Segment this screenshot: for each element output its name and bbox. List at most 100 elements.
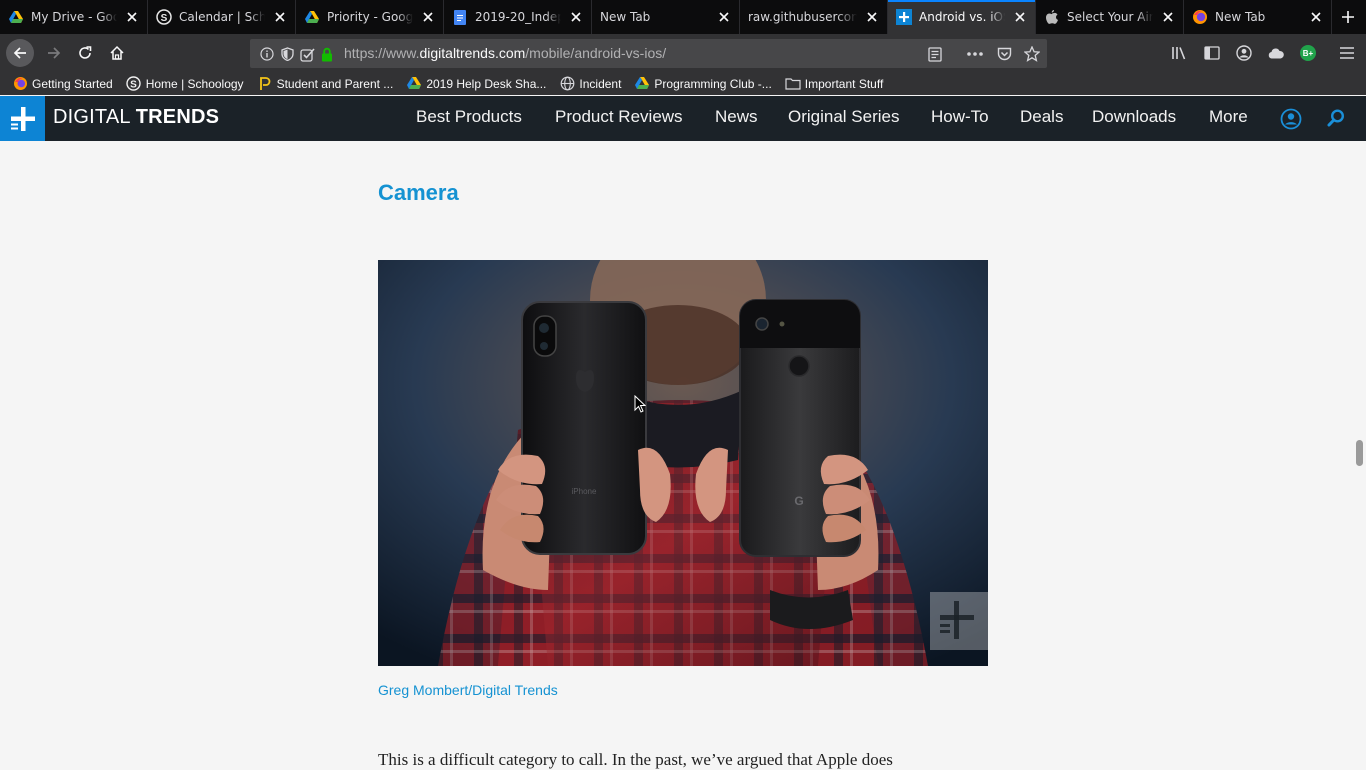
phone-label-google: G <box>794 494 803 508</box>
back-button[interactable] <box>6 39 34 67</box>
tab-title: Calendar | Schoology <box>179 10 265 24</box>
lock-icon[interactable] <box>318 45 336 63</box>
tab-title: Android vs. iOS: Which <box>919 10 1005 24</box>
bookmark-help-desk[interactable]: 2019 Help Desk Sha... <box>406 76 546 92</box>
tab-my-drive[interactable]: My Drive - Google Drive <box>0 0 148 34</box>
permissions-icon[interactable] <box>298 45 316 63</box>
tab-airpods[interactable]: Select Your AirPods <box>1036 0 1184 34</box>
bookmark-star-icon[interactable] <box>1023 45 1041 63</box>
section-heading: Camera <box>378 180 459 205</box>
nav-downloads[interactable]: Downloads <box>1092 107 1176 127</box>
bookmark-label: Incident <box>579 76 622 91</box>
close-icon[interactable] <box>1307 8 1325 26</box>
phone-label-iphone: iPhone <box>572 487 597 496</box>
sidebar-button[interactable] <box>1198 39 1226 67</box>
account-icon <box>1236 45 1252 61</box>
tab-title: 2019-20_Independent <box>475 10 561 24</box>
folder-icon <box>785 76 801 92</box>
svg-text:S: S <box>161 13 168 24</box>
nav-more[interactable]: More <box>1209 107 1248 127</box>
bookmark-label: Important Stuff <box>804 76 884 91</box>
extension-badge: B+ <box>1300 45 1316 61</box>
photo-credit-link[interactable]: Greg Mombert/Digital Trends <box>378 682 558 698</box>
bookmark-label: 2019 Help Desk Sha... <box>426 76 547 91</box>
forward-button[interactable] <box>40 39 68 67</box>
nav-how-to[interactable]: How-To <box>931 107 989 127</box>
reader-view-icon[interactable] <box>926 45 944 63</box>
info-icon[interactable] <box>258 45 276 63</box>
article-photo[interactable]: iPhone G <box>378 260 988 666</box>
close-icon[interactable] <box>1011 8 1029 26</box>
tab-strip: My Drive - Google Drive S Calendar | Sch… <box>0 0 1366 34</box>
globe-icon <box>559 76 575 92</box>
reload-button[interactable] <box>71 39 99 67</box>
bookmark-label: Student and Parent ... <box>276 76 394 91</box>
tab-title: New Tab <box>1215 10 1266 24</box>
arrow-right-icon <box>48 47 61 59</box>
tab-priority-drive[interactable]: Priority - Google Drive <box>296 0 444 34</box>
close-icon[interactable] <box>123 8 141 26</box>
navigation-toolbar: https://www.digitaltrends.com/mobile/and… <box>0 34 1366 72</box>
hamburger-menu-icon <box>1340 47 1354 59</box>
nav-news[interactable]: News <box>715 107 758 127</box>
tab-title: New Tab <box>600 10 651 24</box>
bookmark-label: Getting Started <box>32 76 113 91</box>
menu-button[interactable] <box>1333 39 1361 67</box>
google-drive-icon <box>634 76 650 92</box>
tab-title: My Drive - Google Drive <box>31 10 117 24</box>
tab-github-raw[interactable]: raw.githubusercontent <box>740 0 888 34</box>
tab-new-tab[interactable]: New Tab <box>592 0 740 34</box>
mouse-cursor-icon <box>634 394 647 417</box>
apple-icon <box>1044 9 1060 25</box>
article-paragraph: This is a difficult category to call. In… <box>378 750 893 769</box>
account-button[interactable] <box>1230 39 1258 67</box>
user-icon[interactable] <box>1280 108 1302 134</box>
bookmark-student-parent[interactable]: Student and Parent ... <box>257 76 394 92</box>
bookmark-incident[interactable]: Incident <box>559 76 621 92</box>
library-icon <box>1172 47 1186 60</box>
bookmark-programming-club[interactable]: Programming Club -... <box>634 76 772 92</box>
home-button[interactable] <box>103 39 131 67</box>
schoology-icon: S <box>156 9 172 25</box>
nav-original-series[interactable]: Original Series <box>788 107 900 127</box>
reload-icon <box>79 46 92 59</box>
google-drive-icon <box>406 76 422 92</box>
digital-trends-icon <box>896 9 912 25</box>
url-bar[interactable]: https://www.digitaltrends.com/mobile/and… <box>250 39 1047 68</box>
tab-calendar-schoology[interactable]: S Calendar | Schoology <box>148 0 296 34</box>
extension-cloud-button[interactable] <box>1262 39 1290 67</box>
scrollbar-thumb[interactable] <box>1356 440 1363 466</box>
close-icon[interactable] <box>419 8 437 26</box>
url-text[interactable]: https://www.digitaltrends.com/mobile/and… <box>344 45 666 61</box>
google-drive-icon <box>8 9 24 25</box>
tab-title: Priority - Google Drive <box>327 10 413 24</box>
firefox-icon <box>1192 9 1208 25</box>
digital-trends-logo-icon[interactable] <box>0 96 45 141</box>
tab-title: Select Your AirPods <box>1067 10 1153 24</box>
google-docs-icon <box>452 9 468 25</box>
close-icon[interactable] <box>271 8 289 26</box>
library-button[interactable] <box>1166 39 1194 67</box>
tracking-shield-icon[interactable] <box>278 45 296 63</box>
nav-deals[interactable]: Deals <box>1020 107 1063 127</box>
nav-product-reviews[interactable]: Product Reviews <box>555 107 683 127</box>
close-icon[interactable] <box>1159 8 1177 26</box>
nav-best-products[interactable]: Best Products <box>416 107 522 127</box>
bookmark-home-schoology[interactable]: S Home | Schoology <box>126 76 244 92</box>
page-actions-icon[interactable] <box>966 45 984 63</box>
bookmark-folder-important-stuff[interactable]: Important Stuff <box>785 76 884 92</box>
new-tab-button[interactable] <box>1332 0 1364 34</box>
close-icon[interactable] <box>715 8 733 26</box>
site-logo-text[interactable]: DIGITAL TRENDS <box>53 106 219 129</box>
tab-android-vs-ios[interactable]: Android vs. iOS: Which <box>888 0 1036 34</box>
search-icon[interactable] <box>1326 108 1346 132</box>
extension-grade-button[interactable]: B+ <box>1294 39 1322 67</box>
pocket-icon[interactable] <box>995 45 1013 63</box>
tab-google-doc[interactable]: 2019-20_Independent <box>444 0 592 34</box>
bookmark-getting-started[interactable]: Getting Started <box>12 76 113 92</box>
close-icon[interactable] <box>567 8 585 26</box>
sidebar-icon <box>1204 46 1220 60</box>
schoology-icon: S <box>126 76 142 92</box>
tab-new-tab-2[interactable]: New Tab <box>1184 0 1332 34</box>
close-icon[interactable] <box>863 8 881 26</box>
